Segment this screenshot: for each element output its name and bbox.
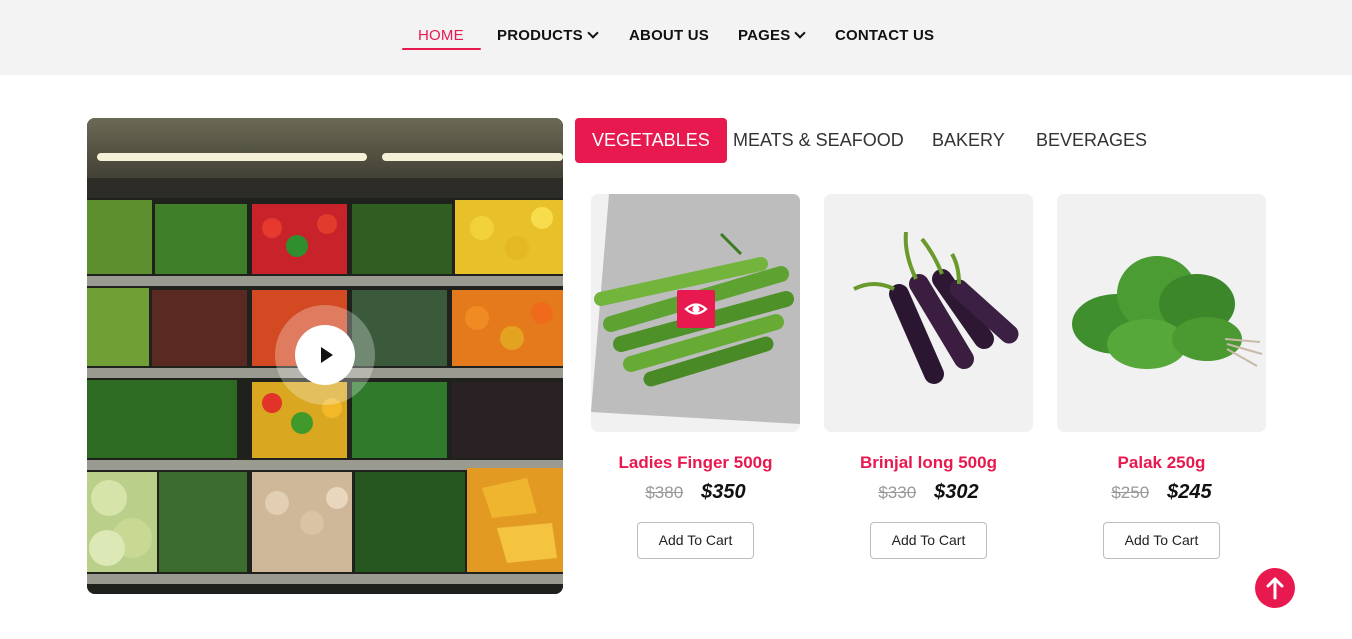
old-price: $330: [878, 483, 917, 502]
eye-icon: [684, 303, 708, 315]
spinach-image: [1072, 256, 1263, 369]
old-price: $380: [645, 483, 684, 502]
nav-products-label: PRODUCTS: [497, 27, 583, 44]
nav-about-us[interactable]: ABOUT US: [629, 27, 709, 44]
current-price: $245: [1167, 481, 1212, 503]
eggplant-image: [853, 231, 1019, 384]
product-title[interactable]: Palak 250g: [1057, 453, 1266, 473]
product-image-brinjal[interactable]: [824, 194, 1033, 432]
price-row: $380 $350: [591, 481, 800, 504]
nav-active-underline: [402, 48, 481, 50]
tab-beverages[interactable]: BEVERAGES: [1036, 118, 1147, 163]
top-navbar: HOME PRODUCTS ABOUT US PAGES CONTACT US: [0, 0, 1352, 75]
add-to-cart-button[interactable]: Add To Cart: [637, 522, 754, 559]
nav-home[interactable]: HOME: [418, 27, 464, 44]
nav-contact-us[interactable]: CONTACT US: [835, 27, 934, 44]
tab-vegetables[interactable]: VEGETABLES: [575, 118, 727, 163]
play-icon: [321, 347, 333, 363]
product-title[interactable]: Brinjal long 500g: [824, 453, 1033, 473]
tab-bakery[interactable]: BAKERY: [932, 118, 1005, 163]
price-row: $330 $302: [824, 481, 1033, 504]
price-row: $250 $245: [1057, 481, 1266, 504]
arrow-up-icon: [1266, 577, 1284, 600]
product-title[interactable]: Ladies Finger 500g: [591, 453, 800, 473]
current-price: $302: [934, 481, 979, 503]
product-image-palak[interactable]: [1057, 194, 1266, 432]
quick-view-button[interactable]: [677, 290, 715, 328]
nav-products[interactable]: PRODUCTS: [497, 27, 599, 45]
tab-meats-seafood[interactable]: MEATS & SEAFOOD: [733, 118, 904, 163]
product-image-okra[interactable]: [591, 194, 800, 432]
chevron-down-icon: [794, 27, 807, 39]
nav-pages-label: PAGES: [738, 27, 791, 44]
current-price: $350: [701, 481, 746, 503]
old-price: $250: [1111, 483, 1150, 502]
add-to-cart-button[interactable]: Add To Cart: [870, 522, 987, 559]
produce-shelf-video: [87, 118, 563, 594]
scroll-to-top-button[interactable]: [1255, 568, 1295, 608]
add-to-cart-button[interactable]: Add To Cart: [1103, 522, 1220, 559]
chevron-down-icon: [587, 27, 599, 39]
play-button[interactable]: [295, 325, 355, 385]
nav-pages[interactable]: PAGES: [738, 27, 807, 45]
